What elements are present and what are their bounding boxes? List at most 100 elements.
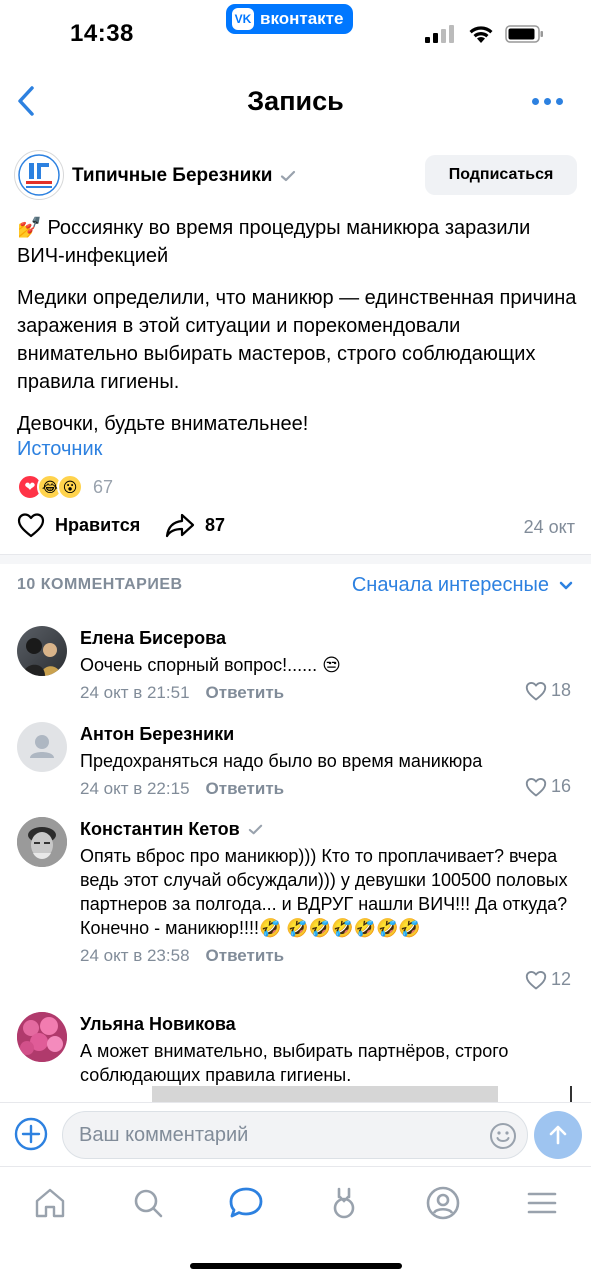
avatar[interactable] (17, 626, 67, 676)
post-date: 24 окт (523, 517, 575, 537)
comment-meta: 24 окт в 23:58 Ответить (80, 946, 574, 966)
tab-clips[interactable] (324, 1183, 364, 1223)
wifi-icon (469, 26, 493, 43)
comment-body: Ульяна Новикова А может внимательно, выб… (80, 1012, 574, 1087)
battery-icon (505, 25, 543, 43)
verified-icon (248, 824, 262, 834)
comment-body: Елена Бисерова Оочень спорный вопрос!...… (80, 626, 574, 703)
emoji-smile-icon[interactable] (489, 1122, 517, 1150)
comment-image-attachment[interactable] (152, 1086, 498, 1102)
comment-text: А может внимательно, выбирать партнёров,… (80, 1041, 509, 1085)
avatar[interactable] (17, 1012, 67, 1062)
comment-time: 24 окт в 21:51 (80, 683, 190, 702)
status-icons (425, 24, 545, 44)
comment-like-button[interactable]: 12 (525, 969, 571, 990)
comments-header: 10 КОММЕНТАРИЕВ Сначала интересные (17, 574, 573, 598)
scrollbar[interactable] (570, 1086, 572, 1102)
verified-icon (281, 170, 296, 182)
tab-messages[interactable] (226, 1183, 266, 1223)
group-name[interactable]: Типичные Березники (72, 165, 296, 187)
search-icon (134, 1189, 163, 1218)
page-title: Запись (247, 86, 344, 116)
post-actions: Нравится 87 24 окт (17, 510, 575, 544)
profile-icon (426, 1186, 460, 1220)
share-button[interactable]: 87 (165, 512, 225, 538)
avatar[interactable] (17, 817, 67, 867)
tab-home[interactable] (30, 1183, 70, 1223)
sort-label: Сначала интересные (351, 574, 549, 596)
comment-author[interactable]: Елена Бисерова (80, 626, 574, 650)
tab-menu[interactable] (522, 1183, 562, 1223)
post-paragraph: Медики определили, что маникюр — единств… (17, 287, 577, 393)
nail-polish-icon: 💅 (17, 217, 42, 239)
comment-composer (0, 1102, 591, 1166)
comment-time: 24 окт в 23:58 (80, 946, 190, 965)
comment-text: Опять вброс про маникюр))) Кто то пропла… (80, 846, 568, 938)
comment-time: 24 окт в 22:15 (80, 779, 190, 798)
group-logo-icon (18, 154, 60, 196)
vk-app-badge[interactable]: VK вконтакте (226, 4, 354, 34)
post-headline: 💅 Россиянку во время процедуры маникюра … (17, 214, 577, 270)
arrow-up-icon (549, 1125, 567, 1145)
comment-item: Константин Кетов Опять вброс про маникюр… (17, 817, 575, 997)
nav-bar: Запись (0, 70, 591, 132)
subscribe-button[interactable]: Подписаться (425, 155, 577, 195)
home-icon (35, 1188, 65, 1218)
group-avatar[interactable] (14, 150, 64, 200)
comment-author-name: Константин Кетов (80, 818, 240, 839)
sort-dropdown[interactable]: Сначала интересные (352, 574, 573, 597)
comment-text: Предохраняться надо было во время маникю… (80, 751, 483, 771)
comment-item: Елена Бисерова Оочень спорный вопрос!...… (17, 626, 575, 706)
source-link[interactable]: Источник (17, 438, 102, 461)
reply-button[interactable]: Ответить (206, 779, 285, 799)
comment-meta: 24 окт в 22:15 Ответить (80, 779, 574, 799)
status-bar: 14:38 VK вконтакте (0, 0, 591, 70)
post-header: Типичные Березники Подписаться (14, 150, 577, 202)
post-closing: Девочки, будьте внимательнее! (17, 413, 309, 435)
comment-input[interactable] (79, 1112, 479, 1158)
home-indicator (190, 1263, 402, 1269)
post-text: 💅 Россиянку во время процедуры маникюра … (17, 214, 577, 452)
send-button[interactable] (534, 1111, 582, 1159)
group-name-label: Типичные Березники (72, 165, 273, 186)
status-time: 14:38 (70, 20, 134, 47)
comment-item: Ульяна Новикова А может внимательно, выб… (17, 1012, 575, 1086)
comment-like-count: 16 (550, 776, 571, 796)
comment-meta: 24 окт в 21:51 Ответить (80, 683, 574, 703)
reactions-summary[interactable]: ❤ 😂 😮 67 (17, 474, 113, 500)
heart-outline-icon (525, 777, 547, 796)
vk-app-badge-label: вконтакте (260, 9, 344, 28)
section-divider (0, 554, 591, 564)
like-button[interactable]: Нравится (17, 512, 140, 538)
comment-like-button[interactable]: 18 (525, 680, 571, 701)
like-label: Нравится (55, 514, 141, 535)
comment-text: Оочень спорный вопрос!...... 😒 (80, 655, 341, 675)
avatar[interactable] (17, 722, 67, 772)
comment-like-count: 12 (550, 969, 571, 989)
clips-icon (333, 1187, 355, 1219)
comment-input-wrapper (62, 1111, 528, 1159)
reply-button[interactable]: Ответить (206, 946, 285, 966)
default-user-icon (30, 735, 54, 758)
heart-outline-icon (17, 513, 45, 538)
heart-outline-icon (525, 681, 547, 700)
reply-button[interactable]: Ответить (206, 683, 285, 703)
comment-author[interactable]: Ульяна Новикова (80, 1012, 574, 1036)
comment-like-button[interactable]: 16 (525, 776, 571, 797)
add-attachment-icon[interactable] (14, 1117, 48, 1151)
post-headline-text: Россиянку во время процедуры маникюра за… (17, 217, 531, 267)
comment-like-count: 18 (550, 680, 571, 700)
comment-author[interactable]: Антон Березники (80, 722, 574, 746)
more-options-icon[interactable] (532, 98, 563, 105)
comment-author[interactable]: Константин Кетов (80, 817, 574, 841)
share-count: 87 (205, 514, 226, 535)
heart-outline-icon (525, 970, 547, 989)
surprise-reaction-icon: 😮 (57, 474, 83, 500)
tab-search[interactable] (128, 1183, 168, 1223)
chevron-down-icon (559, 581, 573, 589)
comment-body: Константин Кетов Опять вброс про маникюр… (80, 817, 574, 966)
share-arrow-icon (165, 513, 195, 538)
comment-item: Антон Березники Предохраняться надо было… (17, 722, 575, 802)
tab-profile[interactable] (423, 1183, 463, 1223)
reaction-count: 67 (93, 476, 114, 497)
